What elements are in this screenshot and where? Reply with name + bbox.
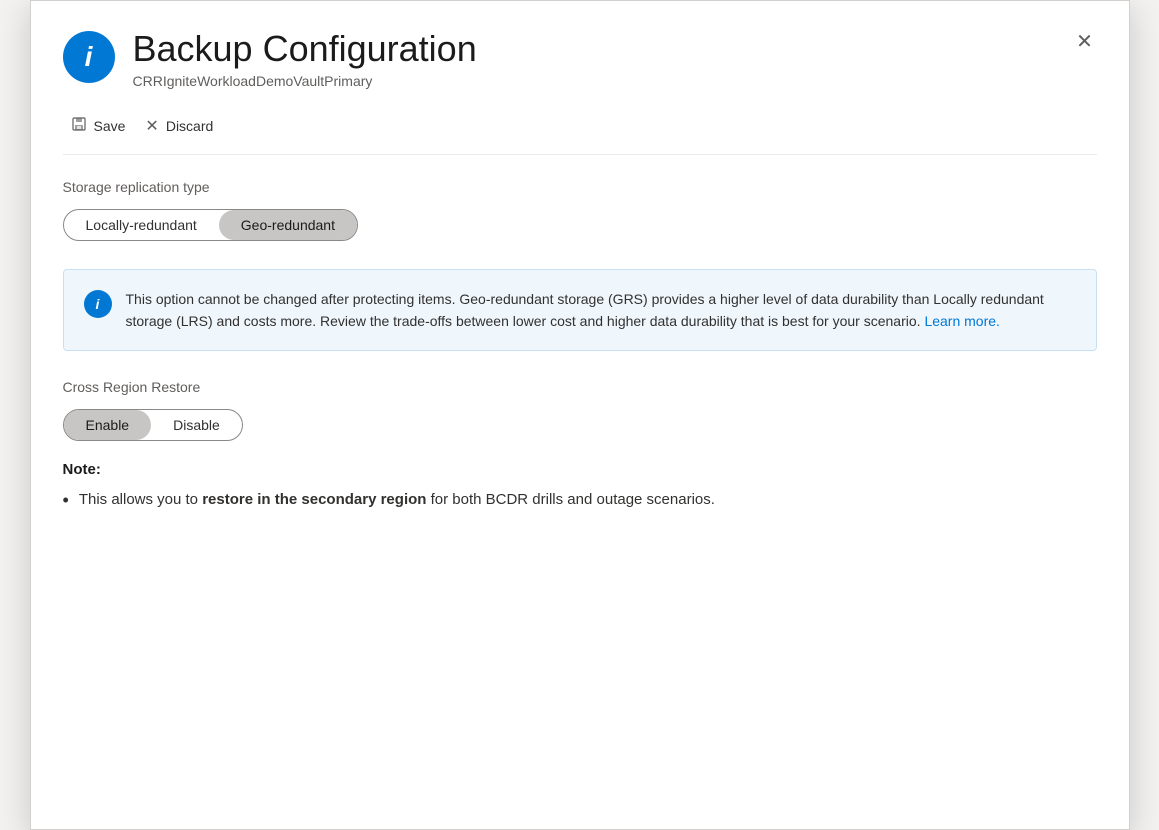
storage-replication-section: Storage replication type Locally-redunda… — [31, 155, 1129, 241]
note-label: Note: — [63, 461, 1097, 478]
note-text-after: for both BCDR drills and outage scenario… — [426, 491, 714, 508]
info-box-text: This option cannot be changed after prot… — [126, 288, 1076, 333]
discard-label: Discard — [166, 118, 213, 134]
backup-configuration-dialog: i Backup Configuration CRRIgniteWorkload… — [30, 0, 1130, 830]
discard-button[interactable]: ✕ Discard — [137, 111, 225, 141]
note-item-text: This allows you to restore in the second… — [79, 488, 715, 512]
learn-more-link[interactable]: Learn more. — [924, 313, 999, 329]
cross-region-restore-section: Cross Region Restore Enable Disable — [31, 351, 1129, 441]
note-text-before: This allows you to — [79, 491, 202, 508]
enable-option[interactable]: Enable — [64, 410, 152, 440]
note-section: Note: This allows you to restore in the … — [31, 441, 1129, 513]
dialog-title: Backup Configuration — [133, 29, 1097, 69]
save-label: Save — [94, 118, 126, 134]
locally-redundant-option[interactable]: Locally-redundant — [64, 210, 219, 240]
cross-region-restore-label: Cross Region Restore — [63, 379, 1097, 395]
note-list: This allows you to restore in the second… — [63, 488, 1097, 513]
info-icon-header: i — [63, 31, 115, 83]
close-button[interactable]: ✕ — [1069, 25, 1101, 57]
dialog-header: i Backup Configuration CRRIgniteWorkload… — [31, 1, 1129, 103]
info-icon-box: i — [84, 290, 112, 318]
info-box: i This option cannot be changed after pr… — [63, 269, 1097, 352]
header-text: Backup Configuration CRRIgniteWorkloadDe… — [133, 29, 1097, 89]
save-button[interactable]: Save — [63, 111, 138, 142]
note-item: This allows you to restore in the second… — [63, 488, 1097, 513]
toolbar: Save ✕ Discard — [31, 103, 1129, 154]
cross-region-restore-toggle: Enable Disable — [63, 409, 243, 441]
disable-option[interactable]: Disable — [151, 410, 242, 440]
storage-replication-toggle: Locally-redundant Geo-redundant — [63, 209, 358, 241]
geo-redundant-option[interactable]: Geo-redundant — [219, 210, 357, 240]
note-text-bold: restore in the secondary region — [202, 491, 426, 508]
save-icon — [71, 116, 87, 137]
dialog-subtitle: CRRIgniteWorkloadDemoVaultPrimary — [133, 73, 1097, 89]
info-text-before-link: This option cannot be changed after prot… — [126, 291, 1044, 329]
discard-icon: ✕ — [145, 116, 158, 136]
storage-replication-label: Storage replication type — [63, 179, 1097, 195]
